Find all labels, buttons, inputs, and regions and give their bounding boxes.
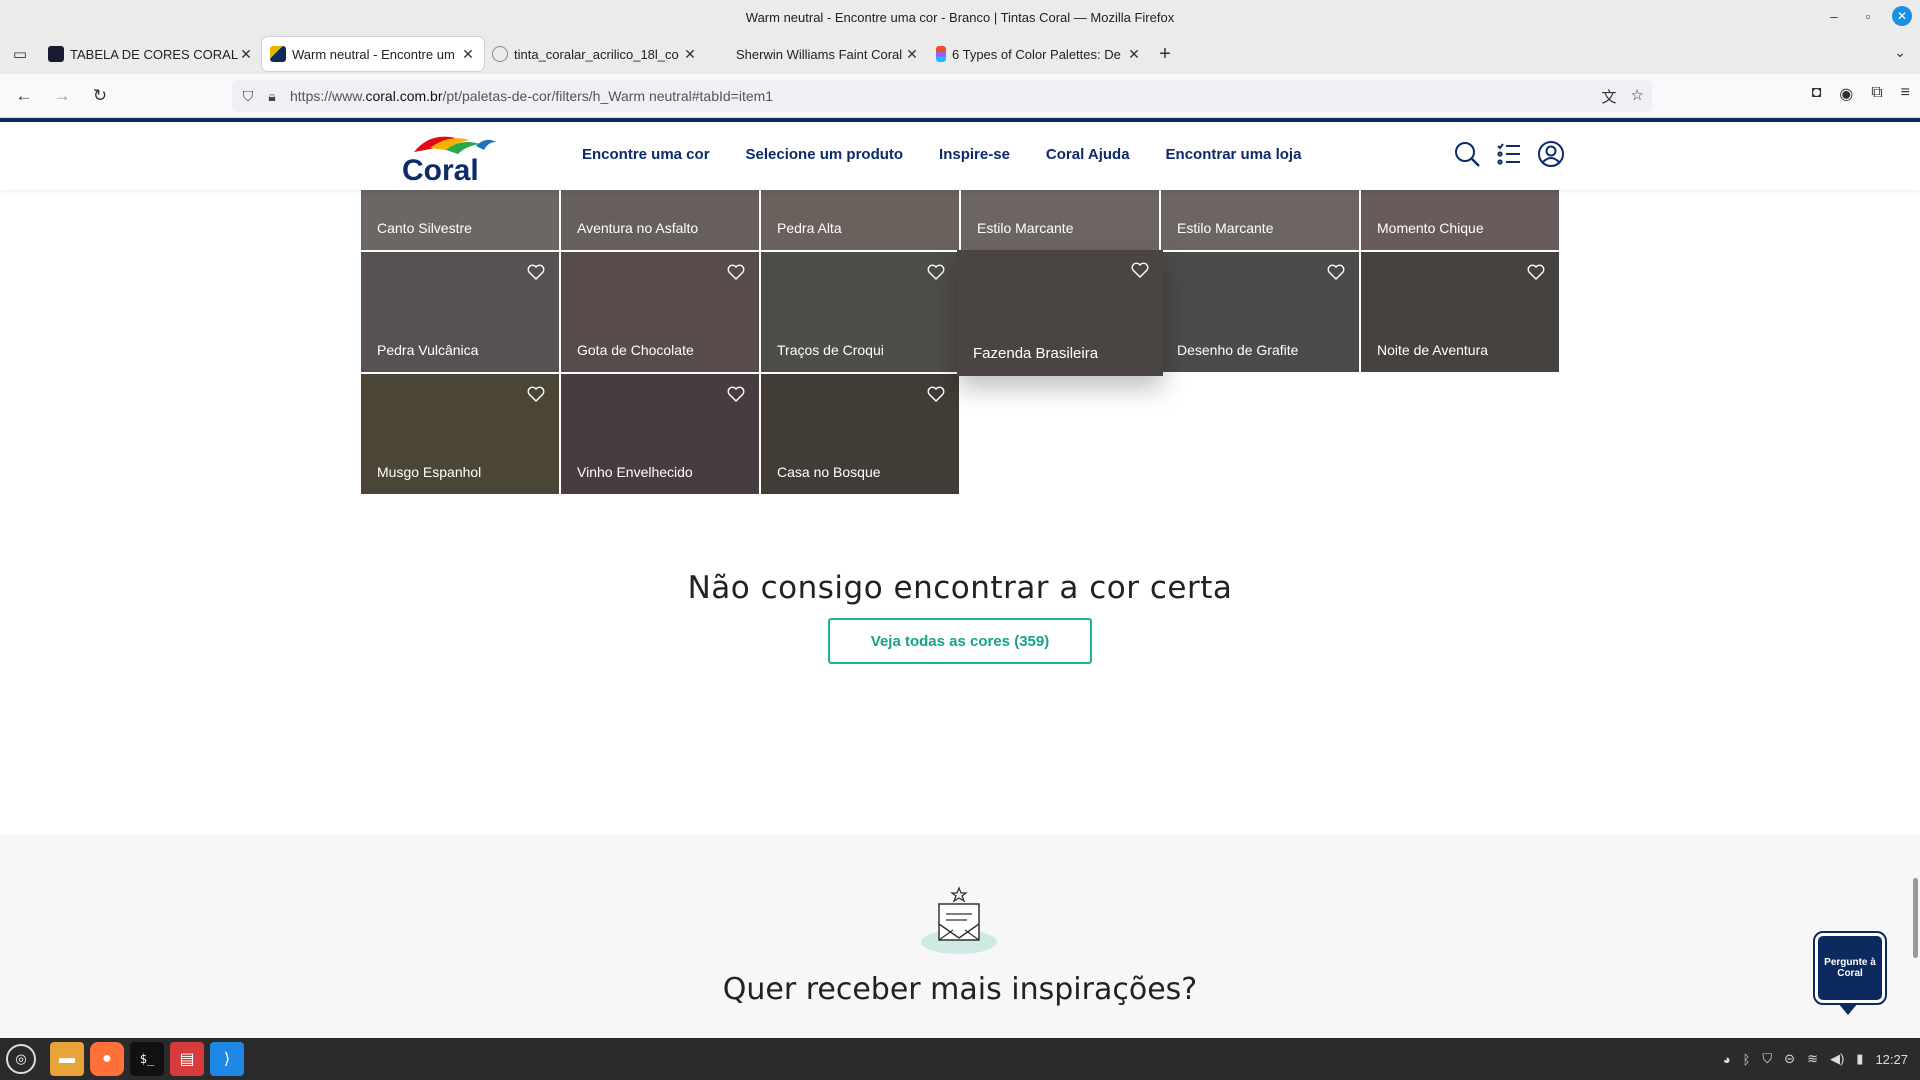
list-all-tabs-icon[interactable]: ⌄: [1894, 44, 1906, 61]
tab-tabela-cores[interactable]: TABELA DE CORES CORAL – ✕: [40, 37, 262, 71]
close-tab-icon[interactable]: ✕: [238, 46, 254, 63]
files-icon[interactable]: ▬: [50, 1042, 84, 1076]
window-titlebar: Warm neutral - Encontre uma cor - Branco…: [0, 0, 1920, 34]
heart-icon[interactable]: [1327, 264, 1345, 280]
tab-color-palettes[interactable]: 6 Types of Color Palettes: De ✕: [928, 37, 1150, 71]
tab-warm-neutral[interactable]: Warm neutral - Encontre um ✕: [262, 37, 484, 71]
color-swatch[interactable]: Fazenda Brasileira: [957, 250, 1163, 376]
nav-coral-ajuda[interactable]: Coral Ajuda: [1046, 146, 1130, 163]
url-text[interactable]: https://www.coral.com.br/pt/paletas-de-c…: [290, 88, 773, 104]
forward-icon[interactable]: →: [44, 80, 80, 112]
logo-wordmark: Coral: [402, 154, 479, 182]
color-swatch[interactable]: Canto Silvestre: [361, 190, 559, 250]
view-all-colors-button[interactable]: Veja todas as cores (359): [828, 618, 1092, 664]
color-swatch[interactable]: Momento Chique: [1361, 190, 1559, 250]
minimize-button[interactable]: –: [1824, 6, 1844, 26]
nav-encontrar-loja[interactable]: Encontrar uma loja: [1166, 146, 1302, 163]
heart-icon[interactable]: [927, 386, 945, 402]
search-icon[interactable]: [1453, 140, 1481, 168]
color-swatch[interactable]: Estilo Marcante: [1161, 190, 1359, 250]
tab-strip: ▭ TABELA DE CORES CORAL – ✕ Warm neutral…: [0, 34, 1920, 74]
vpn-icon[interactable]: ⊝: [1784, 1051, 1795, 1067]
heart-icon[interactable]: [527, 264, 545, 280]
heart-icon[interactable]: [1131, 262, 1149, 278]
clock[interactable]: 12:27: [1875, 1052, 1908, 1067]
color-swatch[interactable]: Desenho de Grafite: [1161, 252, 1359, 372]
tab-sherwin-williams[interactable]: Sherwin Williams Faint Coral ✕: [706, 37, 928, 71]
tab-favicon-icon: [936, 46, 946, 62]
color-swatch[interactable]: Pedra Vulcânica: [361, 252, 559, 372]
tab-favicon-icon: [492, 46, 508, 62]
reload-icon[interactable]: ↻: [82, 80, 118, 112]
close-tab-icon[interactable]: ✕: [682, 46, 698, 63]
color-swatch[interactable]: Vinho Envelhecido: [561, 374, 759, 494]
volume-icon[interactable]: ◀): [1830, 1051, 1844, 1067]
color-swatch[interactable]: Musgo Espanhol: [361, 374, 559, 494]
page-scrollbar[interactable]: [1913, 878, 1918, 958]
tracking-protection-icon[interactable]: ⛉: [236, 88, 260, 105]
heart-icon[interactable]: [527, 386, 545, 402]
tab-tinta-coralar[interactable]: tinta_coralar_acrilico_18l_co ✕: [484, 37, 706, 71]
checklist-icon[interactable]: [1495, 140, 1523, 168]
tab-favicon-icon: [48, 46, 64, 62]
close-tab-icon[interactable]: ✕: [904, 46, 920, 63]
site-nav: Encontre uma cor Selecione um produto In…: [582, 146, 1301, 163]
url-bar[interactable]: ⛉ 🔒︎ https://www.coral.com.br/pt/paletas…: [232, 80, 1652, 112]
heart-icon[interactable]: [727, 386, 745, 402]
user-account-icon[interactable]: [1537, 140, 1565, 168]
close-tab-icon[interactable]: ✕: [460, 46, 476, 63]
maximize-button[interactable]: ▫: [1858, 6, 1878, 26]
back-icon[interactable]: ←: [6, 80, 42, 112]
ask-coral-chat-button[interactable]: Pergunte à Coral: [1813, 931, 1887, 1005]
window-title: Warm neutral - Encontre uma cor - Branco…: [745, 9, 1175, 25]
mint-menu-icon[interactable]: ◎: [6, 1044, 36, 1074]
nav-inspire-se[interactable]: Inspire-se: [939, 146, 1010, 163]
bluetooth-icon[interactable]: ᛒ: [1743, 1052, 1751, 1067]
color-swatch[interactable]: Pedra Alta: [761, 190, 959, 250]
site-header: Coral Encontre uma cor Selecione um prod…: [0, 122, 1920, 190]
color-swatch[interactable]: Estilo Marcante: [961, 190, 1159, 250]
envelope-icon: [921, 886, 997, 954]
close-tab-icon[interactable]: ✕: [1126, 46, 1142, 63]
bookmark-star-icon[interactable]: ☆: [1631, 86, 1644, 107]
discord-icon[interactable]: ◕: [1723, 1052, 1731, 1067]
os-taskbar: ◎ ▬ ● $_ ▤ ⟩ ◕ ᛒ ⛉ ⊝ ≋ ◀) ▮ 12:27: [0, 1038, 1920, 1080]
battery-icon[interactable]: ▮: [1856, 1051, 1863, 1067]
color-swatch[interactable]: Traços de Croqui: [761, 252, 959, 372]
heart-icon[interactable]: [727, 264, 745, 280]
coral-logo[interactable]: Coral: [400, 130, 500, 182]
tab-favicon-icon: [270, 46, 286, 62]
firefox-view-icon[interactable]: ▭: [0, 45, 40, 63]
shield-tray-icon[interactable]: ⛉: [1762, 1051, 1772, 1067]
web-page: Coral Encontre uma cor Selecione um prod…: [0, 118, 1920, 1038]
heart-icon[interactable]: [927, 264, 945, 280]
newsletter-title: Quer receber mais inspirações?: [722, 972, 1198, 1007]
cta-title: Não consigo encontrar a cor certa: [687, 570, 1233, 606]
extensions-icon[interactable]: ⧉: [1871, 84, 1882, 104]
pocket-icon[interactable]: ◘: [1812, 84, 1822, 104]
heart-icon[interactable]: [1527, 264, 1545, 280]
newsletter-section: Quer receber mais inspirações?: [0, 834, 1920, 1038]
figma-like-app-icon[interactable]: ▤: [170, 1042, 204, 1076]
close-window-button[interactable]: ✕: [1892, 6, 1912, 26]
firefox-icon[interactable]: ●: [90, 1042, 124, 1076]
nav-encontre-cor[interactable]: Encontre uma cor: [582, 146, 710, 163]
menu-icon[interactable]: ≡: [1901, 84, 1910, 104]
color-swatch[interactable]: Noite de Aventura: [1361, 252, 1559, 372]
vscode-icon[interactable]: ⟩: [210, 1042, 244, 1076]
wifi-icon[interactable]: ≋: [1807, 1051, 1818, 1067]
new-tab-button[interactable]: +: [1150, 43, 1180, 66]
navigation-toolbar: ← → ↻ ⛉ 🔒︎ https://www.coral.com.br/pt/p…: [0, 74, 1920, 118]
lock-icon[interactable]: 🔒︎: [260, 88, 284, 105]
color-swatch[interactable]: Casa no Bosque: [761, 374, 959, 494]
translate-icon[interactable]: 文: [1602, 86, 1617, 107]
color-swatch[interactable]: Gota de Chocolate: [561, 252, 759, 372]
chat-bubble-tail: [1838, 1003, 1858, 1015]
account-icon[interactable]: ◉: [1839, 84, 1853, 104]
tab-favicon-icon: [714, 46, 730, 62]
color-swatch[interactable]: Aventura no Asfalto: [561, 190, 759, 250]
nav-selecione-produto[interactable]: Selecione um produto: [746, 146, 904, 163]
terminal-icon[interactable]: $_: [130, 1042, 164, 1076]
